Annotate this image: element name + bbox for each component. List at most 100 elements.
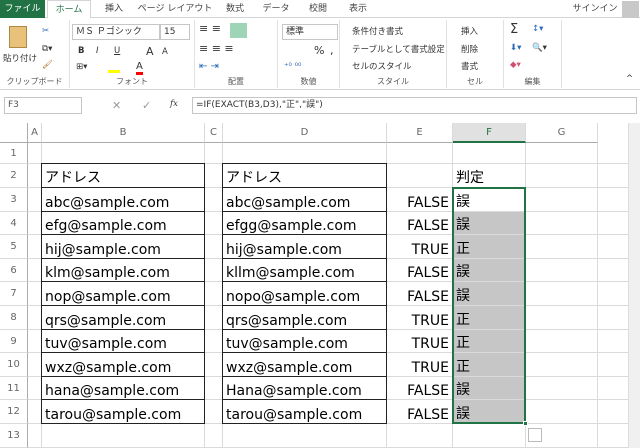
cell-D3[interactable]: abc@sample.com <box>223 188 386 211</box>
cell-E5[interactable]: TRUE <box>387 235 452 258</box>
tab-home[interactable]: ホーム <box>47 0 91 19</box>
decimal-icon[interactable]: ⁺⁰ ⁰⁰ <box>284 62 301 72</box>
row-header-10[interactable]: 10 <box>0 353 28 377</box>
cell-D8[interactable]: qrs@sample.com <box>223 306 386 329</box>
tab-data[interactable]: データ <box>256 0 296 18</box>
cell-E8[interactable]: TRUE <box>387 306 452 329</box>
cell-F3[interactable]: 誤 <box>453 188 525 211</box>
cell-E9[interactable]: TRUE <box>387 330 452 352</box>
tab-insert[interactable]: 挿入 <box>95 0 133 18</box>
cell-B2[interactable]: アドレス <box>42 164 204 187</box>
cell-F6[interactable]: 誤 <box>453 258 525 282</box>
format-painter-icon[interactable]: 🖌 <box>42 60 53 70</box>
column-header-A[interactable]: A <box>28 123 42 143</box>
cell-E4[interactable]: FALSE <box>387 212 452 234</box>
cell-B10[interactable]: wxz@sample.com <box>42 353 204 376</box>
cancel-icon[interactable]: ✕ <box>112 99 121 112</box>
cell-F8[interactable]: 正 <box>453 306 525 329</box>
cell-F11[interactable]: 誤 <box>453 376 525 400</box>
row-header-9[interactable]: 9 <box>0 329 28 354</box>
cell-B12[interactable]: tarou@sample.com <box>42 400 204 423</box>
shrink-font-button[interactable]: A <box>162 47 168 57</box>
format-button[interactable]: 書式 <box>461 60 478 72</box>
sort-filter-icon[interactable]: ↕▾ <box>532 24 543 34</box>
conditional-format-button[interactable]: 条件付き書式 <box>352 25 403 37</box>
cell-B9[interactable]: tuv@sample.com <box>42 330 204 352</box>
cell-F9[interactable]: 正 <box>453 329 525 353</box>
row-header-3[interactable]: 3 <box>0 188 28 212</box>
row-header-7[interactable]: 7 <box>0 282 28 306</box>
cell-B5[interactable]: hij@sample.com <box>42 235 204 258</box>
insert-button[interactable]: 挿入 <box>461 25 478 37</box>
cell-F7[interactable]: 誤 <box>453 282 525 305</box>
row-header-2[interactable]: 2 <box>0 164 28 188</box>
delete-button[interactable]: 削除 <box>461 43 478 55</box>
cell-E12[interactable]: FALSE <box>387 400 452 423</box>
cell-F5[interactable]: 正 <box>453 235 525 258</box>
quick-analysis-icon[interactable] <box>528 428 542 442</box>
border-icon[interactable]: ⊞▾ <box>76 62 87 72</box>
paste-button[interactable]: 貼り付け <box>3 52 37 64</box>
cell-D11[interactable]: Hana@sample.com <box>223 377 386 399</box>
percent-button[interactable]: % <box>314 44 324 57</box>
column-header-C[interactable]: C <box>205 123 223 143</box>
cell-B6[interactable]: klm@sample.com <box>42 259 204 281</box>
signin-link[interactable]: サインイン <box>570 0 620 18</box>
cell-F4[interactable]: 誤 <box>453 211 525 235</box>
row-header-11[interactable]: 11 <box>0 376 28 401</box>
enter-icon[interactable]: ✓ <box>142 99 151 112</box>
format-as-table-button[interactable]: テーブルとして書式設定 <box>352 43 445 55</box>
name-box[interactable]: F3 <box>4 97 82 114</box>
cell-B11[interactable]: hana@sample.com <box>42 377 204 399</box>
number-format-select[interactable]: 標準 <box>282 24 338 40</box>
tab-view[interactable]: 表示 <box>340 0 376 18</box>
underline-button[interactable]: U <box>114 46 120 56</box>
cell-F2[interactable]: 判定 <box>453 164 525 187</box>
cell-F12[interactable]: 誤 <box>453 400 525 423</box>
cell-E3[interactable]: FALSE <box>387 188 452 211</box>
paste-icon[interactable] <box>9 26 27 48</box>
cell-B8[interactable]: qrs@sample.com <box>42 306 204 329</box>
cell-E6[interactable]: FALSE <box>387 259 452 281</box>
font-size-select[interactable]: 15 <box>160 24 190 40</box>
select-all-corner[interactable] <box>0 123 28 143</box>
cell-E10[interactable]: TRUE <box>387 353 452 376</box>
cell-styles-button[interactable]: セルのスタイル <box>352 60 412 72</box>
grow-font-button[interactable]: A <box>146 45 154 58</box>
column-header-F[interactable]: F <box>453 123 526 143</box>
cell-D6[interactable]: kllm@sample.com <box>223 259 386 281</box>
spreadsheet-grid[interactable]: A B C D E F G 1 2 3 4 5 6 7 8 9 10 11 12 13 アドレス アドレス 判定 abc@sa… <box>0 123 628 448</box>
insert-function-icon[interactable]: fx <box>170 99 178 109</box>
row-header-4[interactable]: 4 <box>0 211 28 236</box>
tab-page-layout[interactable]: ページ レイアウト <box>135 0 215 18</box>
cut-icon[interactable]: ✂ <box>42 26 49 36</box>
font-name-select[interactable]: ＭＳ Ｐゴシック <box>72 24 160 40</box>
comma-button[interactable]: , <box>330 44 334 57</box>
align-bottom-icon[interactable] <box>230 23 247 38</box>
collapse-ribbon-icon[interactable]: ^ <box>626 74 633 84</box>
column-header-D[interactable]: D <box>223 123 387 143</box>
cell-D7[interactable]: nopo@sample.com <box>223 282 386 305</box>
row-header-13[interactable]: 13 <box>0 424 28 448</box>
cell-E7[interactable]: FALSE <box>387 282 452 305</box>
tab-review[interactable]: 校閲 <box>300 0 336 18</box>
align-top-icon[interactable]: ≡ ≡ <box>199 22 221 35</box>
fill-icon[interactable]: ⬇▾ <box>510 43 521 53</box>
row-header-12[interactable]: 12 <box>0 400 28 424</box>
cell-D2[interactable]: アドレス <box>223 164 386 187</box>
font-color-button[interactable]: A <box>136 61 143 75</box>
cell-D4[interactable]: efgg@sample.com <box>223 212 386 234</box>
fill-color-icon[interactable] <box>108 63 120 73</box>
formula-input[interactable]: =IF(EXACT(B3,D3),"正","誤") <box>192 97 637 114</box>
column-header-E[interactable]: E <box>387 123 453 143</box>
cell-D5[interactable]: hij@sample.com <box>223 235 386 258</box>
bold-button[interactable]: B <box>78 46 84 56</box>
indent-icon[interactable]: ⇤ ⇥ <box>199 61 219 72</box>
cell-E11[interactable]: FALSE <box>387 377 452 399</box>
align-left-center-right-icon[interactable]: ≡ ≡ ≡ <box>199 42 234 55</box>
autosum-button[interactable]: Σ <box>510 22 518 37</box>
copy-icon[interactable]: ⧉▾ <box>42 44 52 54</box>
column-header-G[interactable]: G <box>526 123 598 143</box>
cell-F10[interactable]: 正 <box>453 353 525 376</box>
row-header-6[interactable]: 6 <box>0 258 28 283</box>
